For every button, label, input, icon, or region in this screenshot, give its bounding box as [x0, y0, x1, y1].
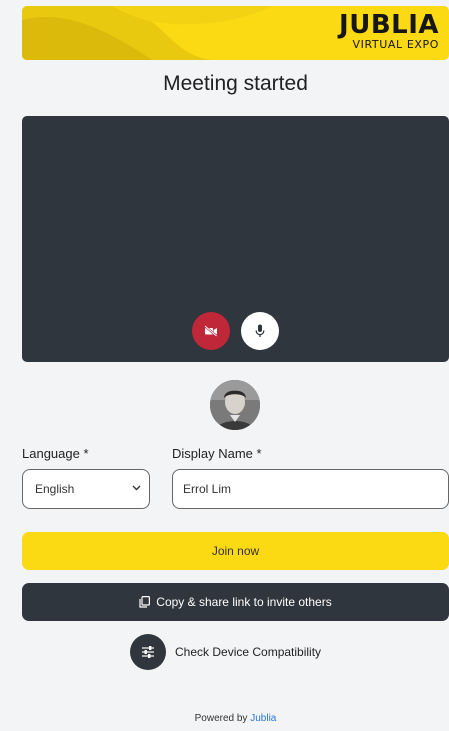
video-off-icon	[204, 325, 218, 337]
language-select-value: English	[35, 482, 75, 496]
video-preview	[22, 116, 449, 362]
display-name-label: Display Name *	[172, 446, 262, 461]
logo-main-text: JUBLIA	[339, 10, 439, 40]
page-title: Meeting started	[163, 72, 308, 95]
powered-by-text: Powered by	[194, 713, 248, 724]
avatar-photo-icon	[210, 380, 260, 430]
copy-share-link-button[interactable]: Copy & share link to invite others	[22, 583, 449, 621]
language-label: Language *	[22, 446, 89, 461]
powered-by-footer: Powered by Jublia	[22, 713, 449, 724]
chevron-down-icon	[132, 485, 141, 491]
join-now-button[interactable]: Join now	[22, 532, 449, 570]
microphone-toggle-button[interactable]	[241, 312, 279, 350]
header-banner: JUBLIA VIRTUAL EXPO	[22, 6, 449, 60]
copy-icon	[139, 596, 151, 608]
display-name-input[interactable]	[172, 469, 449, 509]
check-device-compatibility-label: Check Device Compatibility	[175, 645, 322, 659]
copy-share-link-label: Copy & share link to invite others	[156, 595, 332, 609]
logo-sub-text: VIRTUAL EXPO	[352, 38, 439, 51]
microphone-icon	[255, 324, 265, 337]
jublia-link[interactable]: Jublia	[250, 713, 276, 724]
camera-toggle-button[interactable]	[192, 312, 230, 350]
sliders-icon	[130, 634, 166, 670]
jublia-logo: JUBLIA VIRTUAL EXPO	[339, 12, 439, 50]
language-select[interactable]: English	[22, 469, 150, 509]
check-device-compatibility-button[interactable]: Check Device Compatibility	[130, 634, 321, 670]
join-now-label: Join now	[211, 544, 260, 558]
user-avatar	[210, 380, 260, 430]
